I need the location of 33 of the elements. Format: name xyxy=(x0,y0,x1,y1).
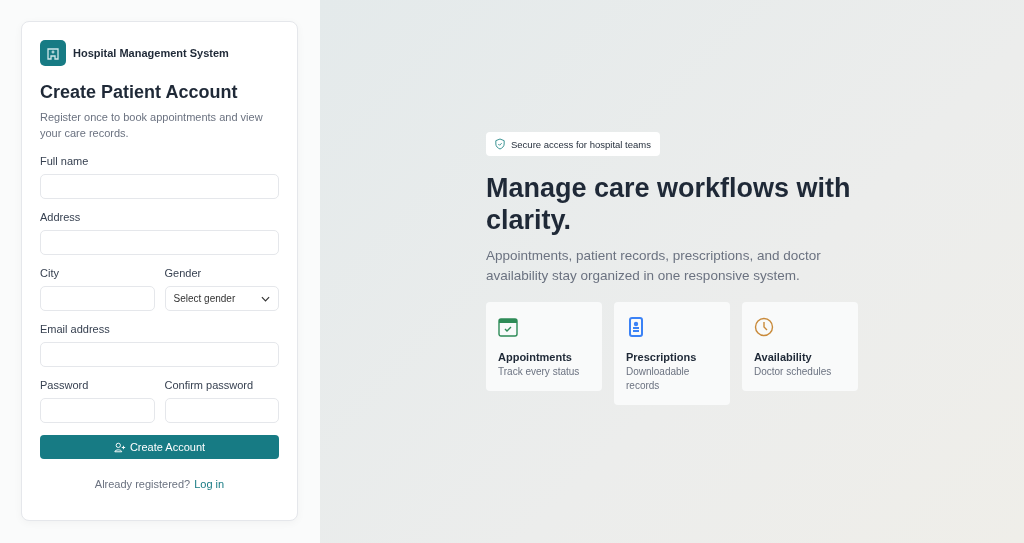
input-field[interactable] xyxy=(40,398,155,423)
feature-title: Prescriptions xyxy=(626,351,698,363)
input-field[interactable] xyxy=(164,398,279,423)
field-label: Address xyxy=(40,211,82,223)
form-subtitle: Register once to book appointments and view your care records. xyxy=(40,110,264,141)
create-account-button[interactable]: Create Account xyxy=(40,435,279,459)
chevron-down-icon xyxy=(261,295,270,302)
feature-text: Track every status xyxy=(498,365,581,379)
hero-text: Appointments, patient records, prescriptions, and doctor availability stay organized in one responsive system. xyxy=(486,247,822,285)
app-name: Hospital Management System xyxy=(73,47,229,59)
login-prompt: Already registered? xyxy=(94,478,191,490)
field-label: Gender xyxy=(164,267,203,279)
login-link[interactable]: Log in xyxy=(194,478,225,490)
field-label: Full name xyxy=(40,155,90,167)
hero-title: Manage care workflows with clarity. xyxy=(486,172,852,236)
badge-text: Secure access for hospital teams xyxy=(511,138,651,150)
hospital-icon xyxy=(40,40,66,66)
field-label: City xyxy=(40,267,60,279)
feature-text: Doctor schedules xyxy=(754,365,833,379)
input-field[interactable] xyxy=(40,342,279,367)
field-label: Email address xyxy=(40,323,111,335)
input-field[interactable] xyxy=(40,286,155,311)
shield-icon xyxy=(495,138,505,150)
feature-text: Downloadable records xyxy=(626,365,691,393)
field-label: Password xyxy=(40,379,90,391)
user-plus-icon xyxy=(113,441,126,453)
field-label: Confirm password xyxy=(164,379,255,391)
gender-select[interactable]: Select gender xyxy=(164,286,279,311)
input-field[interactable] xyxy=(40,174,279,199)
input-field[interactable] xyxy=(40,230,279,255)
feature-title: Appointments xyxy=(498,351,573,363)
feature-title: Availability xyxy=(754,351,813,363)
form-title: Create Patient Account xyxy=(40,82,239,103)
